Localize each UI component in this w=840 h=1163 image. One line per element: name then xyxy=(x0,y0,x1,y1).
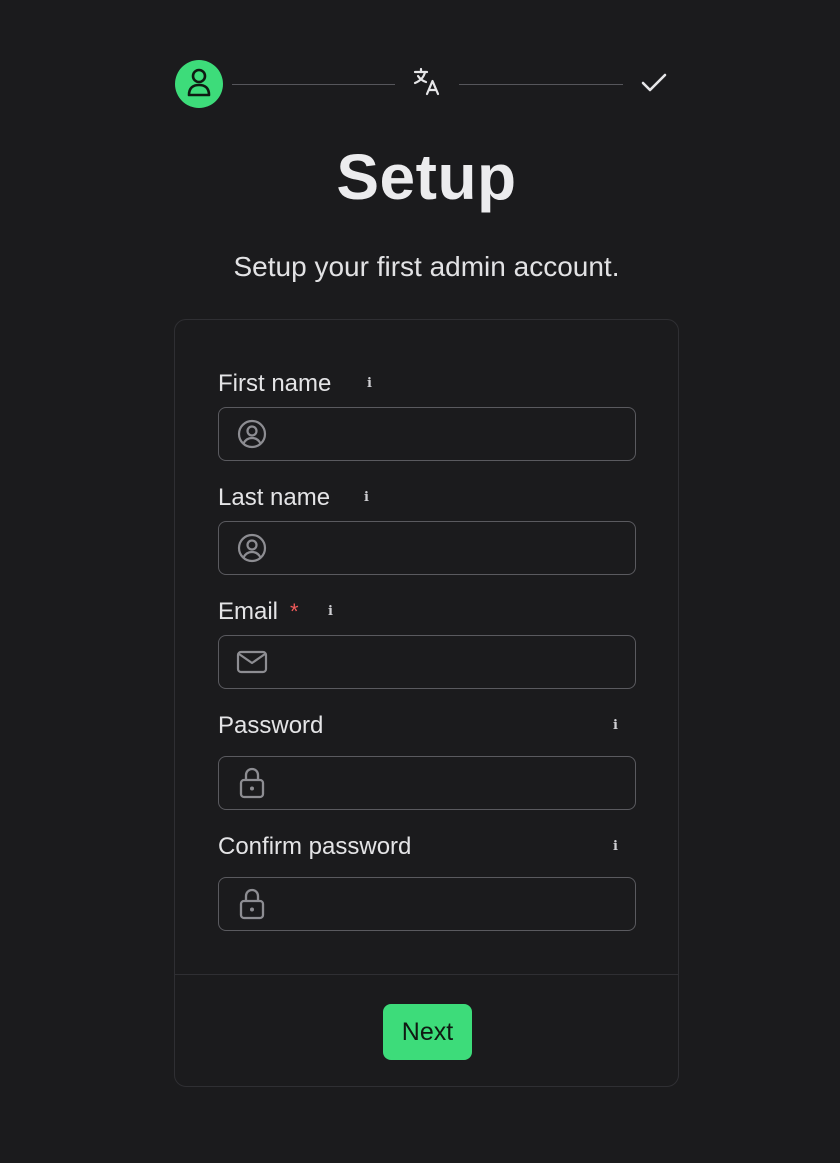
card-footer-divider xyxy=(175,974,678,975)
checkmark-icon xyxy=(640,72,668,99)
email-label-text: Email xyxy=(218,598,279,625)
next-button[interactable]: Next xyxy=(383,1004,472,1060)
password-field[interactable] xyxy=(218,756,636,810)
user-circle-icon xyxy=(235,417,269,451)
setup-form-card: First name i Last name i Email * i Passw… xyxy=(174,319,679,1087)
step-language xyxy=(411,67,443,102)
first-name-input[interactable] xyxy=(269,407,635,461)
first-name-label-text: First name xyxy=(218,370,332,397)
confirm-password-label-text: Confirm password xyxy=(218,833,412,860)
lock-icon xyxy=(235,887,269,921)
stepper-connector xyxy=(459,84,623,85)
setup-page: Setup Setup your first admin account. Fi… xyxy=(0,0,840,1163)
password-input[interactable] xyxy=(269,756,635,810)
required-asterisk: * xyxy=(290,599,299,624)
step-complete xyxy=(639,70,669,100)
info-icon[interactable]: i xyxy=(364,490,369,505)
email-field[interactable] xyxy=(218,635,636,689)
info-icon[interactable]: i xyxy=(613,718,618,733)
confirm-password-field[interactable] xyxy=(218,877,636,931)
password-label: Password xyxy=(218,712,323,740)
step-account xyxy=(175,60,223,108)
password-label-text: Password xyxy=(218,712,324,739)
email-input[interactable] xyxy=(269,635,635,689)
last-name-label: Last name xyxy=(218,484,330,512)
page-title: Setup xyxy=(336,141,517,213)
setup-stepper xyxy=(175,60,669,108)
confirm-password-label: Confirm password xyxy=(218,833,411,861)
info-icon[interactable]: i xyxy=(613,839,618,854)
page-subtitle: Setup your first admin account. xyxy=(233,251,620,282)
first-name-field[interactable] xyxy=(218,407,636,461)
info-icon[interactable]: i xyxy=(367,376,372,391)
lock-icon xyxy=(235,766,269,800)
mail-icon xyxy=(235,645,269,679)
user-circle-icon xyxy=(235,531,269,565)
last-name-label-text: Last name xyxy=(218,484,331,511)
last-name-field[interactable] xyxy=(218,521,636,575)
user-icon xyxy=(186,67,212,102)
first-name-label: First name xyxy=(218,370,331,398)
info-icon[interactable]: i xyxy=(328,604,333,619)
last-name-input[interactable] xyxy=(269,521,635,575)
confirm-password-input[interactable] xyxy=(269,877,635,931)
stepper-connector xyxy=(232,84,395,85)
email-label: Email * xyxy=(218,598,299,626)
translate-icon xyxy=(412,67,442,102)
